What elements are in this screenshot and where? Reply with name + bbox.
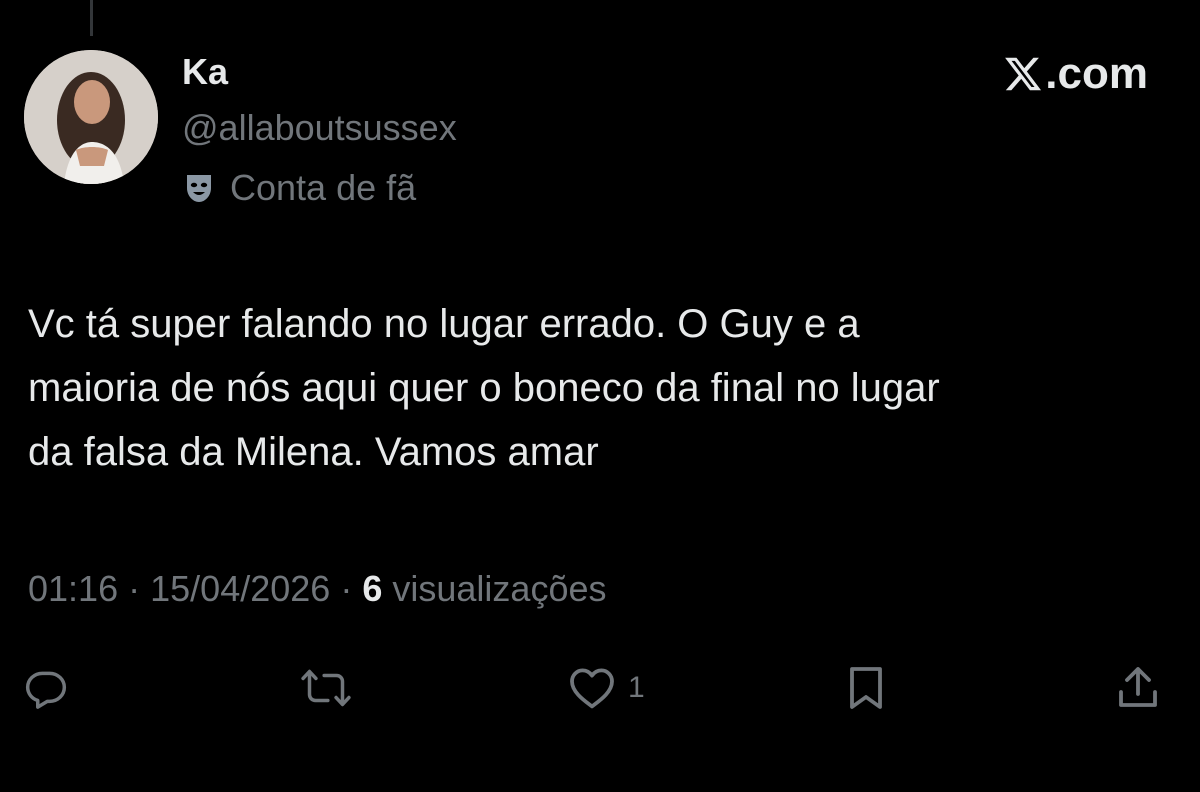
retweet-icon [301, 669, 351, 707]
heart-icon [570, 668, 614, 709]
fan-account-label: Conta de fã [182, 166, 416, 210]
bookmark-button[interactable] [846, 656, 886, 720]
username-handle[interactable]: @allaboutsussex [182, 106, 457, 150]
thread-connector-line [90, 0, 93, 36]
theater-mask-icon [182, 171, 216, 205]
tweet-time[interactable]: 01:16 [28, 568, 118, 609]
fan-account-text: Conta de fã [230, 167, 417, 208]
like-count: 1 [628, 671, 645, 704]
x-brand-logo: .com [1003, 46, 1148, 102]
x-logo-icon [1003, 54, 1043, 94]
share-button[interactable] [1116, 656, 1160, 720]
like-button[interactable]: 1 [568, 656, 645, 720]
retweet-button[interactable] [296, 656, 356, 720]
tweet-text: Vc tá super falando no lugar errado. O G… [28, 302, 940, 474]
share-icon [1119, 667, 1157, 707]
reply-button[interactable] [24, 656, 68, 720]
tweet-date[interactable]: 15/04/2026 [150, 568, 330, 609]
display-name[interactable]: Ka [182, 50, 228, 94]
avatar[interactable] [24, 50, 158, 184]
meta-separator: · [128, 568, 141, 609]
views-label: visualizações [392, 568, 607, 609]
bookmark-icon [850, 667, 882, 709]
x-domain-text: .com [1045, 49, 1148, 98]
views-count: 6 [362, 568, 383, 609]
action-bar: 1 [0, 656, 1200, 720]
meta-separator: · [340, 568, 353, 609]
reply-icon [25, 671, 67, 709]
tweet-meta: 01:16 · 15/04/2026 · 6 visualizações [28, 566, 607, 612]
